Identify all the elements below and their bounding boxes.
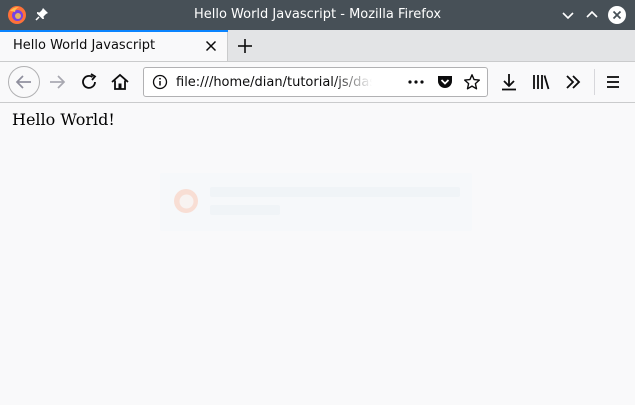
reload-button[interactable] xyxy=(78,71,100,93)
tab-active-indicator xyxy=(0,30,228,32)
firefox-logo-icon xyxy=(174,189,198,213)
close-window-button[interactable] xyxy=(607,5,627,25)
bookmark-star-button[interactable] xyxy=(463,73,481,91)
overflow-menu-button[interactable] xyxy=(562,71,584,93)
faint-notification-overlay xyxy=(160,173,472,231)
faint-line xyxy=(210,187,460,197)
maximize-button[interactable] xyxy=(582,5,602,25)
new-tab-button[interactable] xyxy=(236,37,254,55)
forward-button[interactable] xyxy=(46,71,68,93)
pocket-button[interactable] xyxy=(436,73,454,91)
minimize-button[interactable] xyxy=(558,5,578,25)
tab-hello-world[interactable]: Hello World Javascript xyxy=(0,30,228,61)
window-titlebar: Hello World Javascript - Mozilla Firefox xyxy=(0,0,635,30)
navigation-toolbar: file:///home/dian/tutorial/js/dasar/hell… xyxy=(0,62,635,103)
downloads-button[interactable] xyxy=(498,71,520,93)
page-actions-button[interactable] xyxy=(406,74,426,90)
back-button[interactable] xyxy=(8,66,40,98)
hamburger-menu-button[interactable] xyxy=(602,71,624,93)
faint-line xyxy=(210,205,280,215)
toolbar-separator xyxy=(594,69,595,95)
site-info-button[interactable] xyxy=(152,74,168,90)
url-text[interactable]: file:///home/dian/tutorial/js/dasar/hell… xyxy=(176,75,372,90)
close-icon[interactable] xyxy=(203,38,219,54)
tab-strip: Hello World Javascript xyxy=(0,30,635,62)
arrow-left-icon xyxy=(15,75,31,89)
page-content: Hello World! xyxy=(0,103,635,405)
window-title: Hello World Javascript - Mozilla Firefox xyxy=(193,7,442,22)
url-bar[interactable]: file:///home/dian/tutorial/js/dasar/hell… xyxy=(143,67,488,97)
library-button[interactable] xyxy=(530,71,552,93)
hello-world-text: Hello World! xyxy=(12,110,115,129)
tab-label: Hello World Javascript xyxy=(13,38,156,53)
home-button[interactable] xyxy=(109,71,131,93)
